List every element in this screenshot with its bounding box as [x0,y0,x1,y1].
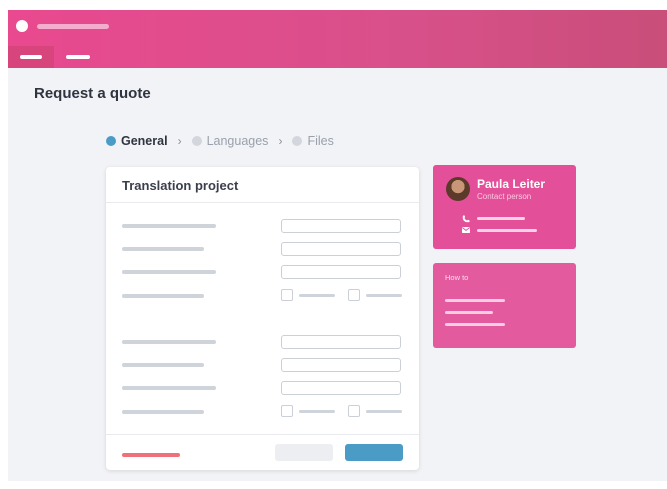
step-files[interactable]: Files [292,134,334,148]
step-label: Files [307,134,334,148]
how-to-card: How to [433,263,576,348]
nav-tab-inactive[interactable] [66,55,90,59]
avatar [446,177,470,201]
checkbox[interactable] [281,405,293,417]
text-field[interactable] [281,265,401,279]
checkbox-label-placeholder [366,294,402,297]
email-address-placeholder[interactable] [477,229,537,232]
step-languages[interactable]: Languages [191,134,269,148]
primary-button[interactable] [345,444,403,461]
text-field[interactable] [281,219,401,233]
how-to-link[interactable] [445,299,505,302]
step-dot [106,136,116,146]
text-field[interactable] [281,242,401,256]
step-label: General [121,134,168,148]
field-label-placeholder [122,247,204,251]
app-logo [16,20,28,32]
field-label-placeholder [122,340,216,344]
card-header-divider [106,202,419,203]
step-dot [191,136,202,146]
checkbox-label-placeholder [366,410,402,413]
step-dot [292,136,303,146]
top-bar [8,10,667,68]
field-label-placeholder [122,294,204,298]
how-to-link[interactable] [445,323,505,326]
field-label-placeholder [122,270,216,274]
card-footer-divider [106,434,419,435]
checkbox[interactable] [348,405,360,417]
secondary-button[interactable] [275,444,333,461]
field-label-placeholder [122,224,216,228]
chevron-right-icon: › [177,134,182,148]
field-label-placeholder [122,386,216,390]
translation-project-card: Translation project [106,167,419,470]
text-field[interactable] [281,335,401,349]
nav-tab-label-placeholder [20,55,42,59]
text-field[interactable] [281,381,401,395]
contact-role: Contact person [477,192,532,201]
checkbox-label-placeholder [299,410,335,413]
how-to-link[interactable] [445,311,493,314]
field-label-placeholder [122,363,204,367]
stepper: General › Languages › Files [106,134,334,148]
email-icon [462,227,470,235]
app-title-placeholder [37,24,109,29]
page-title: Request a quote [34,85,151,102]
card-title: Translation project [122,178,239,193]
nav-tab-active[interactable] [8,46,54,68]
checkbox[interactable] [281,289,293,301]
phone-number-placeholder[interactable] [477,217,525,220]
footer-link[interactable] [122,453,180,457]
checkbox[interactable] [348,289,360,301]
how-to-title: How to [445,273,469,282]
contact-name: Paula Leiter [477,177,546,191]
step-general[interactable]: General [106,134,168,148]
chevron-right-icon: › [278,134,283,148]
phone-icon [462,215,470,225]
app-window: Request a quote General › Languages › Fi… [8,10,667,481]
contact-card: Paula Leiter Contact person [433,165,576,249]
checkbox-label-placeholder [299,294,335,297]
text-field[interactable] [281,358,401,372]
step-label: Languages [206,134,269,148]
field-label-placeholder [122,410,204,414]
